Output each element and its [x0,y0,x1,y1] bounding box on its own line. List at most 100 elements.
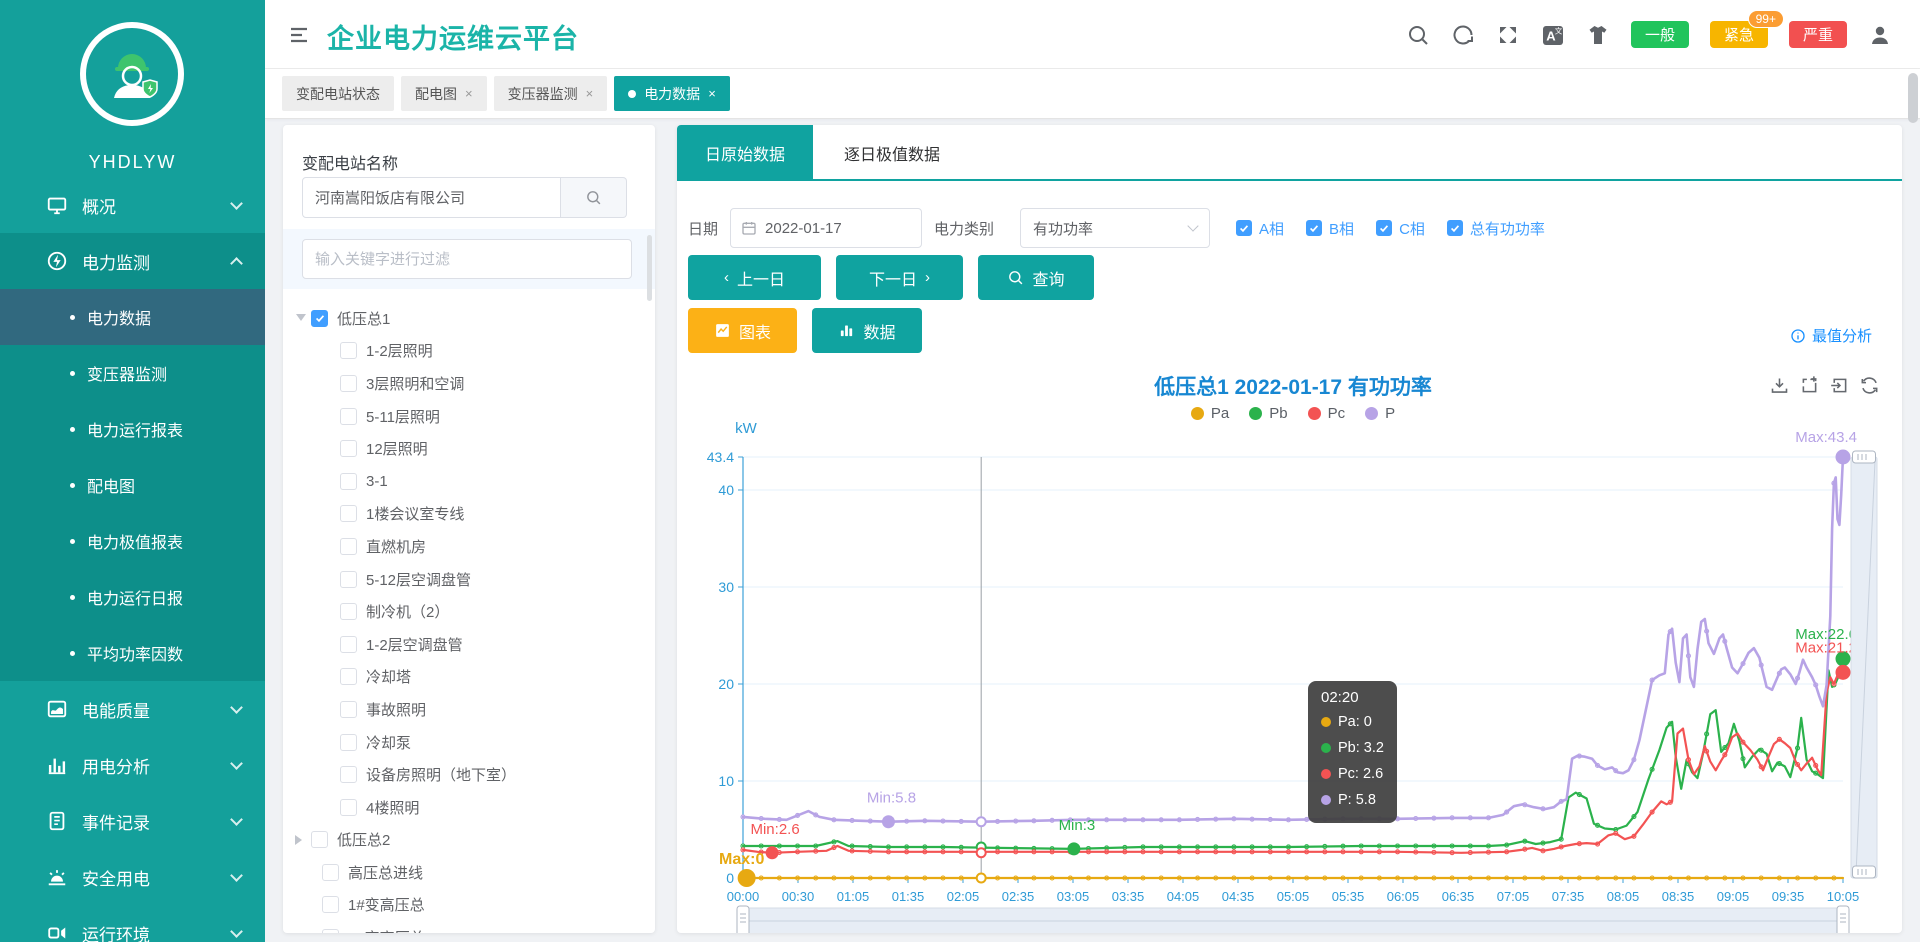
theme-icon[interactable] [1586,23,1610,47]
tree-node[interactable]: 2#变高压总 [283,921,655,933]
tree-node[interactable]: 3层照明和空调 [283,367,655,400]
alarm-count-badge: 99+ [1748,10,1784,28]
phase-checkbox[interactable]: C相 [1376,218,1425,239]
phase-checkbox[interactable]: A相 [1236,218,1284,239]
translate-icon[interactable]: A文 [1541,23,1565,47]
sidebar-item-5[interactable]: 安全用电 [0,849,265,905]
menu-collapse-icon[interactable] [287,23,311,47]
tree-checkbox[interactable] [322,864,339,881]
sidebar-subitem[interactable]: 电力极值报表 [0,513,265,569]
vertical-datazoom-slider[interactable] [1851,457,1877,878]
tree-caret-icon[interactable] [295,835,307,845]
tree-node[interactable]: 冷却泵 [283,726,655,759]
close-icon[interactable]: × [708,86,716,101]
tree-node[interactable]: 12层照明 [283,432,655,465]
tree-caret-icon[interactable] [296,314,306,326]
alarm-badge-severe[interactable]: 严重 [1789,21,1847,48]
tree-node[interactable]: 制冷机（2） [283,595,655,628]
tree-node[interactable]: 1楼会议室专线 [283,498,655,531]
tree-checkbox[interactable] [340,701,357,718]
tree-checkbox[interactable] [340,636,357,653]
tree-checkbox[interactable] [311,310,328,327]
tree-checkbox[interactable] [322,896,339,913]
window-tab[interactable]: 变压器监测× [494,76,608,111]
window-tab[interactable]: 电力数据× [614,76,730,111]
tree-checkbox[interactable] [340,505,357,522]
tree-checkbox[interactable] [340,440,357,457]
datazoom-handle[interactable] [1853,451,1876,463]
tree-checkbox[interactable] [340,342,357,359]
tab-daily-extreme-data[interactable]: 逐日极值数据 [827,125,957,181]
tree-node[interactable]: 低压总1 [283,302,655,335]
window-tab[interactable]: 配电图× [401,76,487,111]
refresh-icon[interactable] [1451,23,1475,47]
tab-daily-raw-data[interactable]: 日原始数据 [677,125,813,181]
sidebar-subitem[interactable]: 平均功率因数 [0,625,265,681]
date-value: 2022-01-17 [765,220,842,237]
tree-node[interactable]: 5-11层照明 [283,400,655,433]
tree-checkbox[interactable] [340,668,357,685]
station-name-input[interactable] [302,177,561,218]
tree-node[interactable]: 1-2层空调盘管 [283,628,655,661]
window-tab[interactable]: 变配电站状态 [282,76,394,111]
tree-node[interactable]: 1#变高压总 [283,889,655,922]
sidebar-subitem[interactable]: 电力运行日报 [0,569,265,625]
tree-checkbox[interactable] [311,831,328,848]
extreme-analysis-link[interactable]: 最值分析 [1790,325,1872,346]
close-icon[interactable]: × [465,86,473,101]
phase-checkbox[interactable]: B相 [1306,218,1354,239]
search-icon[interactable] [1406,23,1430,47]
tree-node[interactable]: 事故照明 [283,693,655,726]
close-icon[interactable]: × [586,86,594,101]
power-line-chart[interactable]: 01020304043.4kW00:0000:3001:0501:3502:05… [677,345,1902,933]
tree-node[interactable]: 3-1 [283,465,655,498]
sidebar-item-6[interactable]: 运行环境 [0,905,265,942]
sidebar-item-3[interactable]: 用电分析 [0,737,265,793]
prev-day-button[interactable]: ‹上一日 [688,255,821,300]
tree-checkbox[interactable] [340,473,357,490]
sidebar-subitem[interactable]: 电力运行报表 [0,401,265,457]
tree-checkbox[interactable] [340,408,357,425]
phase-checkbox[interactable]: 总有功功率 [1447,218,1545,239]
next-day-button[interactable]: 下一日› [836,255,963,300]
sidebar-subitem[interactable]: 配电图 [0,457,265,513]
tree-node[interactable]: 高压总进线 [283,856,655,889]
date-picker[interactable]: 2022-01-17 [730,208,922,248]
alarm-badge-normal[interactable]: 一般 [1631,21,1689,48]
datazoom-handle[interactable] [1853,866,1876,878]
tree-node[interactable]: 直燃机房 [283,530,655,563]
query-button[interactable]: 查询 [978,255,1094,300]
tree-checkbox[interactable] [340,766,357,783]
sidebar-item-2[interactable]: 电能质量 [0,681,265,737]
user-icon[interactable] [1868,23,1892,47]
tree-node[interactable]: 低压总2 [283,824,655,857]
sidebar-subitem[interactable]: 变压器监测 [0,345,265,401]
alarm-badge-urgent[interactable]: 紧急99+ [1710,21,1768,48]
tree-node[interactable]: 冷却塔 [283,661,655,694]
tree-node[interactable]: 设备房照明（地下室） [283,758,655,791]
datazoom-handle[interactable] [1837,906,1849,933]
tree-checkbox[interactable] [340,603,357,620]
station-search-button[interactable] [561,177,627,218]
tree-node[interactable]: 1-2层照明 [283,335,655,368]
tree-node[interactable]: 4楼照明 [283,791,655,824]
sidebar-subitem[interactable]: 电力数据 [0,289,265,345]
bullet-icon [70,651,75,656]
datazoom-handle[interactable] [737,906,749,933]
info-icon [1790,328,1806,344]
tree-checkbox[interactable] [340,571,357,588]
tree-checkbox[interactable] [340,799,357,816]
fullscreen-icon[interactable] [1496,23,1520,47]
tree-filter-input[interactable] [302,239,632,279]
tree-checkbox[interactable] [322,929,339,933]
sidebar-item-0[interactable]: 概况 [0,177,265,233]
panel-scrollbar-thumb[interactable] [647,235,652,301]
sidebar-item-1[interactable]: 电力监测 [0,233,265,289]
tree-checkbox[interactable] [340,538,357,555]
power-category-select[interactable]: 有功功率 [1020,208,1210,248]
tree-node[interactable]: 5-12层空调盘管 [283,563,655,596]
page-scrollbar-thumb[interactable] [1908,73,1918,123]
sidebar-item-4[interactable]: 事件记录 [0,793,265,849]
tree-checkbox[interactable] [340,734,357,751]
tree-checkbox[interactable] [340,375,357,392]
